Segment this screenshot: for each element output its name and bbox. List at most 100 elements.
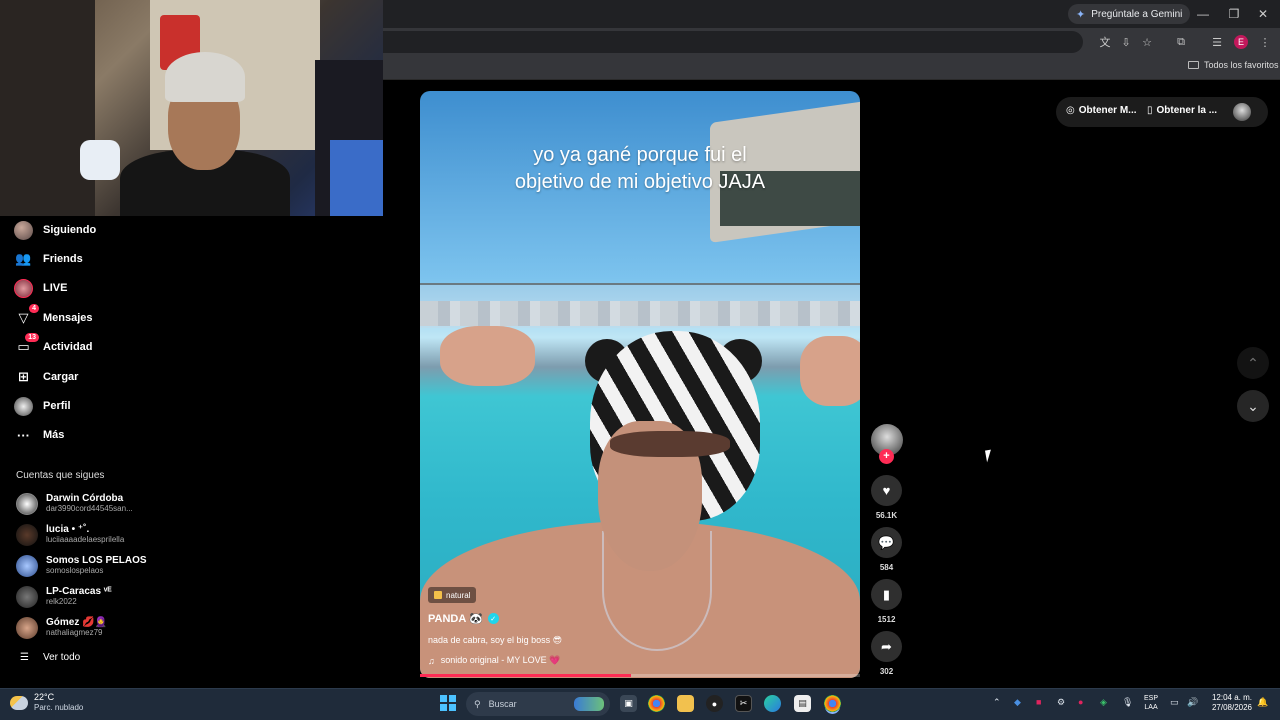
account-item[interactable]: LP-Caracas ᵛᴱ relk2022	[16, 586, 112, 608]
following-avatar	[14, 220, 33, 240]
account-handle: somoslospelaos	[46, 566, 104, 575]
obs-icon[interactable]: ●	[706, 695, 723, 712]
kebab-menu-icon[interactable]: ⋮	[1257, 34, 1273, 50]
author-name: PANDA 🐼	[428, 613, 483, 625]
follow-plus-icon[interactable]: +	[879, 449, 894, 464]
record-tray-icon[interactable]: ●	[1078, 697, 1083, 707]
network-icon[interactable]: ▭	[1170, 697, 1179, 708]
caption-line: yo ya gané porque fui el	[533, 144, 747, 166]
account-item[interactable]: Darwin Córdoba dar3990cord44545san...	[16, 493, 133, 515]
list-icon: ☰	[20, 652, 29, 663]
all-favorites[interactable]: Todos los favoritos	[1188, 60, 1279, 70]
activity-badge: 13	[25, 332, 39, 342]
sidebar-item-friends[interactable]: 👥 Friends	[14, 248, 83, 270]
comment-button[interactable]: 💬	[871, 527, 902, 558]
mouse-cursor-icon	[985, 449, 993, 463]
next-video-button[interactable]: ⌄	[1237, 390, 1269, 422]
sidebar-item-mas[interactable]: ··· Más	[14, 424, 64, 446]
sidebar-item-perfil[interactable]: Perfil	[14, 395, 71, 417]
microphone-icon[interactable]: 🎙	[1122, 697, 1133, 708]
account-avatar	[16, 555, 38, 577]
profile-avatar	[14, 396, 33, 416]
save-button[interactable]: ▮	[871, 579, 902, 610]
effect-label: natural	[446, 590, 471, 600]
minimize-icon[interactable]: —	[1190, 4, 1216, 24]
weather-widget[interactable]: 22°C Parc. nublado	[10, 692, 83, 713]
effect-tag[interactable]: natural	[428, 587, 477, 603]
restore-icon[interactable]: ❐	[1221, 4, 1247, 24]
screen: ✦ Pregúntale a Gemini — ❐ ✕ 文 ⇩ ☆ ⧉ ☰ E …	[0, 0, 1280, 720]
sidebar-item-label: Siguiendo	[43, 224, 97, 236]
chevron-down-icon: ⌄	[1247, 397, 1259, 414]
app-tray-icon[interactable]: ■	[1036, 697, 1041, 707]
install-icon[interactable]: ⇩	[1118, 34, 1134, 50]
upload-icon: ⊞	[18, 369, 29, 384]
music-note-icon: ♫	[428, 655, 435, 666]
sidebar-item-live[interactable]: LIVE	[14, 277, 67, 299]
system-clock[interactable]: 12:04 a. m. 27/08/2026	[1208, 693, 1252, 713]
star-icon[interactable]: ☆	[1139, 34, 1155, 50]
language-indicator[interactable]: ESP LAA	[1144, 694, 1158, 712]
chrome-icon[interactable]	[648, 695, 665, 712]
task-view-icon[interactable]: ▣	[620, 695, 637, 712]
account-item[interactable]: lucia • ⁺˚. luciiaaaadelaesprilella	[16, 524, 124, 546]
see-all-button[interactable]: ☰ Ver todo	[20, 652, 80, 663]
sidebar-item-actividad[interactable]: ▭ 13 Actividad	[14, 332, 93, 358]
sidebar-item-label: Mensajes	[43, 312, 93, 324]
video-author[interactable]: PANDA 🐼 ✓	[428, 612, 499, 625]
chrome-profile-icon[interactable]	[824, 695, 841, 712]
verified-icon: ✓	[487, 613, 499, 624]
sidebar-item-label: Friends	[43, 253, 83, 265]
sidebar-item-cargar[interactable]: ⊞ Cargar	[14, 366, 78, 388]
account-name: lucia • ⁺˚.	[46, 524, 90, 535]
account-avatar	[16, 524, 38, 546]
account-avatar	[16, 493, 38, 515]
account-name: LP-Caracas ᵛᴱ	[46, 586, 112, 597]
taskbar-search[interactable]: ⚲ Buscar	[466, 692, 610, 716]
translate-icon[interactable]: 文	[1097, 34, 1113, 50]
capcut-icon[interactable]: ✂	[735, 695, 752, 712]
extensions-icon[interactable]: ⧉	[1173, 34, 1189, 50]
account-item[interactable]: Somos LOS PELAOS somoslospelaos	[16, 555, 147, 577]
share-button[interactable]: ➦	[871, 631, 902, 662]
sidebar-item-siguiendo[interactable]: Siguiendo	[14, 219, 96, 241]
tray-chevron-icon[interactable]: ⌃	[993, 697, 1001, 708]
partly-cloudy-icon	[10, 695, 28, 710]
get-app-button-1[interactable]: ◎ Obtener M...	[1066, 105, 1137, 116]
profile-avatar-chrome[interactable]: E	[1234, 35, 1248, 49]
gemini-button[interactable]: ✦ Pregúntale a Gemini	[1068, 4, 1191, 24]
video-music[interactable]: ♫ sonido original - MY LOVE 💗	[428, 655, 560, 666]
video-progress[interactable]	[420, 674, 860, 677]
document-icon[interactable]: ▤	[794, 695, 811, 712]
edge-icon[interactable]	[764, 695, 781, 712]
get-app-button-2[interactable]: ▯ Obtener la ...	[1147, 105, 1217, 116]
media-icon[interactable]: ☰	[1209, 34, 1225, 50]
volume-icon[interactable]: 🔊	[1187, 697, 1198, 708]
windows-start-icon[interactable]	[440, 695, 456, 711]
music-label: sonido original - MY LOVE 💗	[440, 655, 561, 665]
defender-icon[interactable]: ◆	[1014, 697, 1021, 708]
language-code: ESP	[1144, 695, 1159, 702]
clock-date: 27/08/2026	[1211, 703, 1252, 712]
previous-video-button[interactable]: ⌃	[1237, 347, 1269, 379]
notifications-icon[interactable]: 🔔	[1257, 697, 1268, 708]
live-avatar	[14, 278, 33, 298]
sidebar-item-label: Actividad	[43, 341, 93, 353]
close-icon[interactable]: ✕	[1250, 4, 1276, 24]
account-handle: dar3990cord44545san...	[46, 504, 133, 513]
security-tray-icon[interactable]: ◈	[1100, 697, 1107, 708]
user-avatar[interactable]	[1233, 103, 1251, 121]
folder-icon	[1188, 61, 1199, 69]
search-placeholder: Buscar	[488, 699, 517, 709]
sidebar-item-mensajes[interactable]: ▽ 4 Mensajes	[14, 303, 93, 329]
file-explorer-icon[interactable]	[677, 695, 694, 712]
account-avatar	[16, 586, 38, 608]
account-item[interactable]: Gómez 💋🧕 nathaliagmez79	[16, 617, 107, 639]
address-bar[interactable]	[383, 31, 1083, 53]
settings-tray-icon[interactable]: ⚙	[1057, 697, 1065, 708]
windows-taskbar	[0, 688, 1280, 720]
heart-icon: ♥	[882, 483, 891, 498]
caption-line: objetivo de mi objetivo JAJA	[514, 171, 766, 193]
bookmarks-bar	[383, 56, 1280, 80]
like-button[interactable]: ♥	[871, 475, 902, 506]
